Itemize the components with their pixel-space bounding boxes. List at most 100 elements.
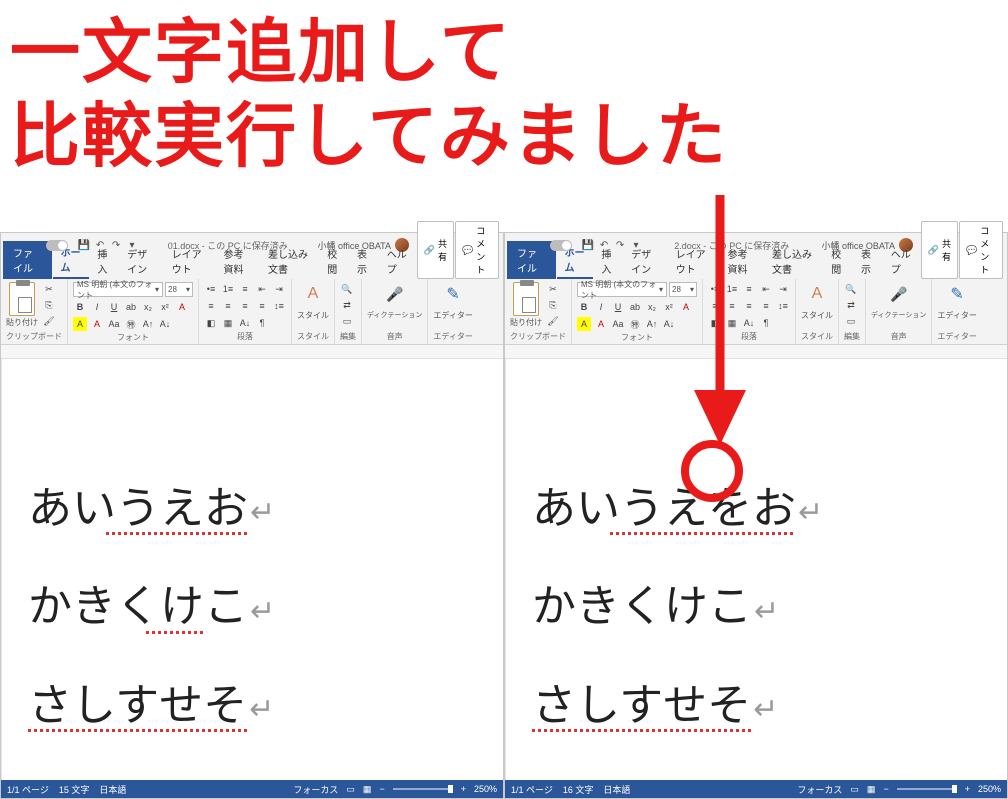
char-shading-button[interactable]: Aa bbox=[107, 317, 121, 331]
status-page[interactable]: 1/1 ページ bbox=[511, 783, 553, 796]
subscript-button[interactable]: x₂ bbox=[645, 300, 659, 314]
status-page[interactable]: 1/1 ページ bbox=[7, 783, 49, 796]
show-marks-button[interactable]: ¶ bbox=[255, 316, 269, 330]
multilevel-list-button[interactable]: ≡ bbox=[238, 282, 252, 296]
cut-icon[interactable]: ✂ bbox=[546, 282, 560, 296]
decrease-indent-button[interactable]: ⇤ bbox=[255, 282, 269, 296]
borders-button[interactable]: ▦ bbox=[221, 316, 235, 330]
align-justify-button[interactable]: ≡ bbox=[255, 299, 269, 313]
italic-button[interactable]: I bbox=[90, 300, 104, 314]
tab-file[interactable]: ファイル bbox=[507, 241, 556, 279]
enclosed-char-button[interactable]: ㊕ bbox=[628, 317, 642, 331]
tab-mailings[interactable]: 差し込み文書 bbox=[765, 243, 823, 279]
tab-view[interactable]: 表示 bbox=[350, 243, 379, 279]
grow-font-button[interactable]: A↑ bbox=[141, 317, 155, 331]
zoom-slider[interactable] bbox=[897, 788, 957, 790]
align-right-button[interactable]: ≡ bbox=[742, 299, 756, 313]
font-name-combo[interactable]: MS 明朝 (本文のフォント▾ bbox=[577, 282, 667, 297]
bold-button[interactable]: B bbox=[577, 300, 591, 314]
bullet-list-button[interactable]: •≡ bbox=[708, 282, 722, 296]
highlight-button[interactable]: A bbox=[73, 317, 87, 331]
text-line-2[interactable]: かきくけこ↵ bbox=[532, 583, 779, 631]
view-web-icon[interactable]: ▦ bbox=[363, 784, 372, 795]
font-size-combo[interactable]: 28▾ bbox=[165, 282, 193, 297]
find-button[interactable]: 🔍 bbox=[340, 282, 354, 296]
grow-font-button[interactable]: A↑ bbox=[645, 317, 659, 331]
paste-icon[interactable] bbox=[513, 282, 539, 316]
shrink-font-button[interactable]: A↓ bbox=[158, 317, 172, 331]
italic-button[interactable]: I bbox=[594, 300, 608, 314]
tab-help[interactable]: ヘルプ bbox=[380, 243, 416, 279]
strike-button[interactable]: ab bbox=[124, 300, 138, 314]
text-line-1[interactable]: あいうえお↵ bbox=[28, 485, 275, 533]
copy-icon[interactable]: ⎘ bbox=[546, 298, 560, 312]
tab-view[interactable]: 表示 bbox=[854, 243, 883, 279]
styles-icon[interactable]: A bbox=[301, 282, 325, 306]
strike-button[interactable]: ab bbox=[628, 300, 642, 314]
find-button[interactable]: 🔍 bbox=[844, 282, 858, 296]
dictate-icon[interactable]: 🎤 bbox=[383, 282, 407, 306]
align-center-button[interactable]: ≡ bbox=[221, 299, 235, 313]
tab-help[interactable]: ヘルプ bbox=[884, 243, 920, 279]
bold-button[interactable]: B bbox=[73, 300, 87, 314]
align-justify-button[interactable]: ≡ bbox=[759, 299, 773, 313]
dictate-icon[interactable]: 🎤 bbox=[887, 282, 911, 306]
text-line-2[interactable]: かきくけこ↵ bbox=[28, 583, 275, 631]
tab-file[interactable]: ファイル bbox=[3, 241, 52, 279]
tab-mailings[interactable]: 差し込み文書 bbox=[261, 243, 319, 279]
status-focus[interactable]: フォーカス bbox=[293, 783, 338, 796]
shrink-font-button[interactable]: A↓ bbox=[662, 317, 676, 331]
view-web-icon[interactable]: ▦ bbox=[867, 784, 876, 795]
tab-design[interactable]: デザイン bbox=[624, 243, 667, 279]
tab-review[interactable]: 校閲 bbox=[320, 243, 349, 279]
ruler[interactable] bbox=[1, 345, 503, 359]
zoom-level[interactable]: 250% bbox=[474, 784, 497, 794]
subscript-button[interactable]: x₂ bbox=[141, 300, 155, 314]
superscript-button[interactable]: x² bbox=[662, 300, 676, 314]
tab-layout[interactable]: レイアウト bbox=[669, 243, 720, 279]
format-painter-icon[interactable]: 🖌 bbox=[546, 314, 560, 328]
format-painter-icon[interactable]: 🖌 bbox=[42, 314, 56, 328]
decrease-indent-button[interactable]: ⇤ bbox=[759, 282, 773, 296]
replace-button[interactable]: ⇄ bbox=[340, 298, 354, 312]
enclosed-char-button[interactable]: ㊕ bbox=[124, 317, 138, 331]
text-effects-button[interactable]: A bbox=[175, 300, 189, 314]
align-left-button[interactable]: ≡ bbox=[708, 299, 722, 313]
select-button[interactable]: ▭ bbox=[844, 314, 858, 328]
cut-icon[interactable]: ✂ bbox=[42, 282, 56, 296]
editor-icon[interactable]: ✎ bbox=[441, 282, 465, 306]
superscript-button[interactable]: x² bbox=[158, 300, 172, 314]
text-line-3[interactable]: さしすせそ↵ bbox=[532, 682, 778, 730]
text-line-3[interactable]: さしすせそ↵ bbox=[28, 682, 274, 730]
text-effects-button[interactable]: A bbox=[679, 300, 693, 314]
underline-button[interactable]: U bbox=[611, 300, 625, 314]
highlight-button[interactable]: A bbox=[577, 317, 591, 331]
align-right-button[interactable]: ≡ bbox=[238, 299, 252, 313]
share-button[interactable]: 🔗共有 bbox=[417, 221, 454, 279]
number-list-button[interactable]: 1≡ bbox=[725, 282, 739, 296]
tab-insert[interactable]: 挿入 bbox=[594, 243, 623, 279]
status-focus[interactable]: フォーカス bbox=[797, 783, 842, 796]
styles-icon[interactable]: A bbox=[805, 282, 829, 306]
replace-button[interactable]: ⇄ bbox=[844, 298, 858, 312]
bullet-list-button[interactable]: •≡ bbox=[204, 282, 218, 296]
paste-icon[interactable] bbox=[9, 282, 35, 316]
zoom-level[interactable]: 250% bbox=[978, 784, 1001, 794]
sort-button[interactable]: A↓ bbox=[742, 316, 756, 330]
align-left-button[interactable]: ≡ bbox=[204, 299, 218, 313]
status-language[interactable]: 日本語 bbox=[603, 783, 630, 796]
font-name-combo[interactable]: MS 明朝 (本文のフォント▾ bbox=[73, 282, 163, 297]
status-word-count[interactable]: 15 文字 bbox=[59, 783, 90, 796]
underline-button[interactable]: U bbox=[107, 300, 121, 314]
view-print-icon[interactable]: ▭ bbox=[850, 784, 859, 795]
shading-button[interactable]: ◧ bbox=[204, 316, 218, 330]
shading-button[interactable]: ◧ bbox=[708, 316, 722, 330]
tab-layout[interactable]: レイアウト bbox=[165, 243, 216, 279]
borders-button[interactable]: ▦ bbox=[725, 316, 739, 330]
tab-insert[interactable]: 挿入 bbox=[90, 243, 119, 279]
font-size-combo[interactable]: 28▾ bbox=[669, 282, 697, 297]
align-center-button[interactable]: ≡ bbox=[725, 299, 739, 313]
increase-indent-button[interactable]: ⇥ bbox=[272, 282, 286, 296]
view-print-icon[interactable]: ▭ bbox=[346, 784, 355, 795]
tab-references[interactable]: 参考資料 bbox=[216, 243, 259, 279]
